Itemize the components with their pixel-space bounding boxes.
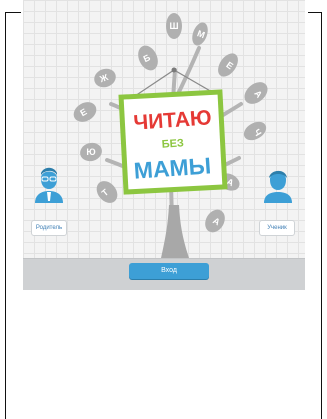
app-screen: Ш М Б Е Ж А Е Ч Ю А Т А ЧИТАЮ БЕЗ МАМЫ Р… (23, 0, 305, 290)
board-nail (171, 67, 177, 73)
tree-scene: Ш М Б Е Ж А Е Ч Ю А Т А ЧИТАЮ БЕЗ МАМЫ (73, 13, 268, 258)
leaf-letter: Ю (86, 147, 95, 157)
parent-role-button[interactable]: Родитель (31, 220, 67, 236)
frame-right-line (321, 12, 322, 419)
logo-line-3: МАМЫ (133, 152, 212, 183)
frame-left-line (5, 12, 6, 419)
frame-top-line (5, 12, 21, 13)
parent-avatar-icon (35, 167, 63, 203)
student-avatar-icon (264, 170, 292, 203)
logo-line-2: БЕЗ (161, 137, 184, 151)
frame-top-line (308, 12, 322, 13)
student-role-button[interactable]: Ученик (259, 220, 295, 236)
tree-trunk (161, 205, 189, 258)
leaf-letter: Ш (169, 21, 178, 31)
login-button[interactable]: Вход (129, 263, 209, 279)
